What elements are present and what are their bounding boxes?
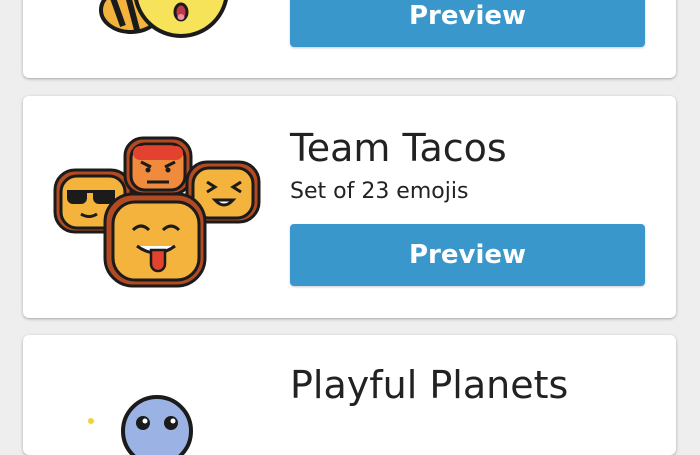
emoji-pack-card[interactable]: Playful Planets (23, 335, 676, 455)
preview-button[interactable]: Preview (290, 224, 645, 286)
preview-button[interactable]: Preview (290, 0, 645, 47)
emoji-pack-card[interactable]: Team Tacos Set of 23 emojis Preview (23, 96, 676, 318)
taco-emojis-icon (53, 136, 261, 288)
pack-title: Playful Planets (290, 363, 569, 407)
pack-subtitle: Set of 23 emojis (290, 179, 469, 204)
bee-emoji-icon (99, 0, 228, 38)
emoji-pack-card[interactable]: Preview (23, 0, 676, 78)
planet-emoji-icon (88, 395, 193, 455)
pack-title: Team Tacos (290, 126, 507, 170)
